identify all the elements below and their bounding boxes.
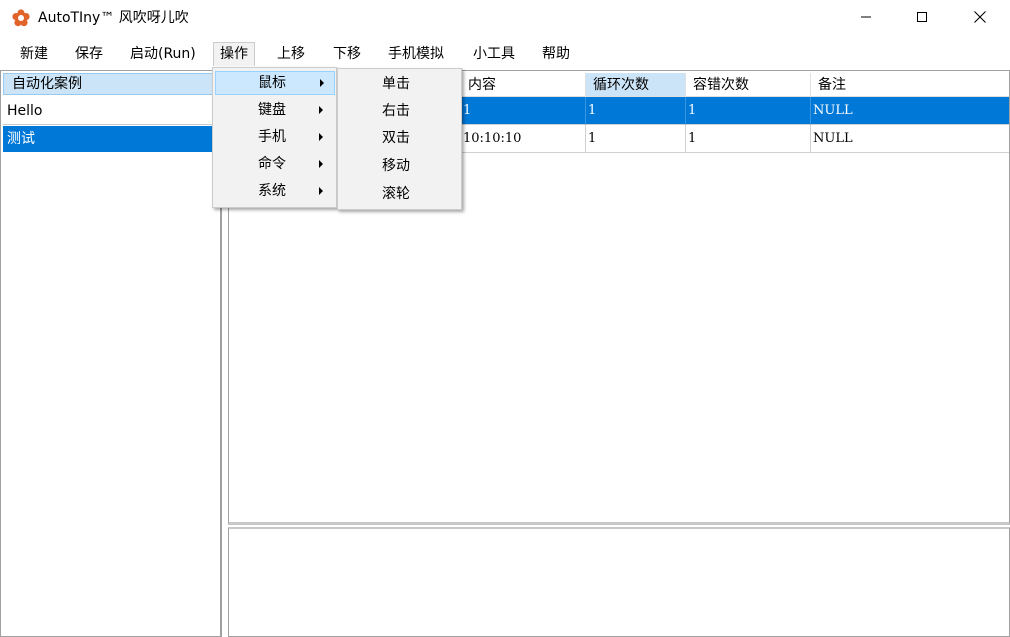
operate-menu-mouse[interactable]: 鼠标 [215, 71, 335, 95]
grid-cell-notes[interactable]: NULL [811, 97, 1009, 125]
title-bar: AutoTIny™ 风吹呀儿吹 [0, 0, 1010, 36]
operate-menu-keyboard[interactable]: 键盘 [215, 98, 335, 122]
case-list-panel: 自动化案例 Hello 测试 [0, 70, 222, 637]
flower-icon [12, 9, 30, 27]
mouse-submenu: 单击 右击 双击 移动 滚轮 [337, 68, 462, 210]
grid-header-content[interactable]: 内容 [461, 73, 586, 97]
mouse-submenu-right-click-label: 右击 [382, 103, 410, 119]
window-title: AutoTIny™ 风吹呀儿吹 [38, 10, 189, 26]
minimize-icon [861, 16, 871, 18]
case-item-hello[interactable]: Hello [3, 98, 219, 124]
menu-save[interactable]: 保存 [69, 42, 109, 66]
mouse-submenu-right-click[interactable]: 右击 [340, 99, 460, 123]
grid-cell-retry[interactable]: 1 [686, 97, 811, 125]
menu-tools[interactable]: 小工具 [467, 42, 521, 66]
grid-cell-retry[interactable]: 1 [686, 125, 811, 153]
log-panel[interactable] [228, 527, 1010, 637]
operate-menu-command-label: 命令 [258, 156, 286, 172]
operate-menu-system[interactable]: 系统 [215, 179, 335, 203]
menu-bar: 新建 保存 启动(Run) 操作 上移 下移 手机模拟 小工具 帮助 [0, 38, 1010, 68]
mouse-submenu-scroll[interactable]: 滚轮 [340, 182, 460, 206]
operate-menu-system-label: 系统 [258, 183, 286, 199]
grid-cell-content[interactable]: 10:10:10 [461, 125, 586, 153]
mouse-submenu-click[interactable]: 单击 [340, 72, 460, 96]
mouse-submenu-move[interactable]: 移动 [340, 154, 460, 178]
operate-menu-keyboard-label: 键盘 [258, 102, 286, 118]
mouse-submenu-double-click-label: 双击 [382, 130, 410, 146]
maximize-icon [917, 12, 927, 22]
operate-menu-command[interactable]: 命令 [215, 152, 335, 176]
operate-menu-phone-label: 手机 [258, 129, 286, 145]
menu-move-up[interactable]: 上移 [271, 42, 311, 66]
menu-run[interactable]: 启动(Run) [124, 42, 202, 66]
maximize-button[interactable] [899, 0, 945, 34]
menu-operate[interactable]: 操作 [213, 42, 255, 66]
grid-cell-loop[interactable]: 1 [586, 97, 686, 125]
menu-move-down[interactable]: 下移 [327, 42, 367, 66]
minimize-button[interactable] [843, 0, 889, 34]
operate-menu-mouse-label: 鼠标 [258, 75, 286, 91]
close-button[interactable] [957, 0, 1003, 34]
submenu-arrow-icon [320, 79, 324, 87]
case-list-header[interactable]: 自动化案例 [3, 73, 219, 95]
grid-header-notes[interactable]: 备注 [811, 73, 1009, 97]
operate-menu: 鼠标 键盘 手机 命令 系统 [212, 67, 337, 208]
grid-cell-content[interactable]: 1 [461, 97, 586, 125]
grid-cell-loop[interactable]: 1 [586, 125, 686, 153]
submenu-arrow-icon [319, 106, 323, 114]
mouse-submenu-double-click[interactable]: 双击 [340, 126, 460, 150]
submenu-arrow-icon [319, 187, 323, 195]
close-icon [974, 11, 986, 23]
menu-phone-sim[interactable]: 手机模拟 [382, 42, 450, 66]
grid-cell-notes[interactable]: NULL [811, 125, 1009, 153]
row-divider [3, 124, 219, 125]
menu-new[interactable]: 新建 [14, 42, 54, 66]
case-item-test[interactable]: 测试 [3, 126, 219, 152]
grid-header-retry-count[interactable]: 容错次数 [686, 73, 811, 97]
operate-menu-phone[interactable]: 手机 [215, 125, 335, 149]
mouse-submenu-scroll-label: 滚轮 [382, 186, 410, 202]
submenu-arrow-icon [319, 133, 323, 141]
mouse-submenu-move-label: 移动 [382, 158, 410, 174]
grid-header-loop-count[interactable]: 循环次数 [586, 73, 686, 97]
menu-help[interactable]: 帮助 [536, 42, 576, 66]
mouse-submenu-click-label: 单击 [382, 76, 410, 92]
submenu-arrow-icon [319, 160, 323, 168]
